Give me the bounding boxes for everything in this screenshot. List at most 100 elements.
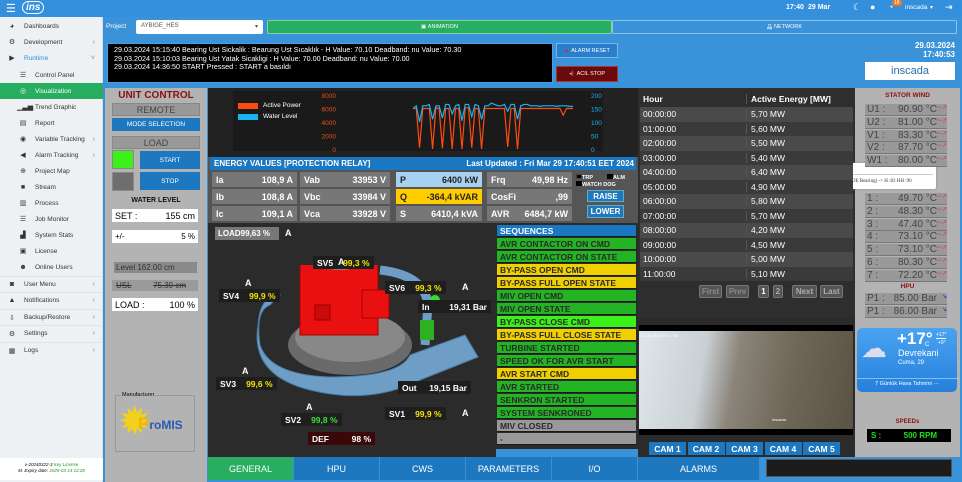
job-monitor-icon: ☰ — [19, 216, 27, 223]
sidebar-item-job-monitor[interactable]: ☰ Job Monitor — [0, 211, 103, 227]
start-button[interactable]: START — [140, 151, 200, 169]
sidebar-item-control-panel[interactable]: ☰ Control Panel — [0, 67, 103, 83]
dashboard-icon: ◕ — [9, 22, 15, 30]
stator-value: 80.00 °C — [897, 155, 937, 167]
stator-label: U1 : — [867, 104, 886, 115]
sidebar-item-settings[interactable]: ⚙ Settings ‹ — [0, 325, 103, 341]
raise-button[interactable]: RAISE — [587, 190, 624, 202]
acil-stop-button[interactable]: ◂) ACIL STOP — [556, 66, 618, 82]
table-row: 03:00:00 5,40 MW — [640, 150, 853, 165]
sparkline-icon: ⁓↗ — [935, 206, 947, 213]
sequences-title: SEQUENCES — [497, 225, 636, 237]
camera-feed[interactable]: 03-29-2024 Fri 17:40 inscada — [639, 325, 853, 435]
book-icon: ▦ — [8, 347, 16, 355]
sidebar-item-runtime[interactable]: ▶ Runtime ˅ — [0, 50, 103, 66]
inscada-logo-text: inscada — [891, 65, 929, 77]
sidebar-item-license[interactable]: ▣ License — [0, 243, 103, 259]
chat-icon[interactable]: ● — [870, 2, 875, 12]
bearing-value: 49.70 °C — [897, 193, 937, 204]
user-menu[interactable]: inscada — [905, 4, 927, 11]
tolerance-field[interactable]: +/- 5 % — [112, 230, 198, 243]
cam-5-button[interactable]: CAM 5 — [803, 442, 840, 455]
status-bar — [766, 459, 952, 477]
legend-label: Water Level — [263, 113, 298, 120]
camera-overlay-time: 03-29-2024 Fri 17:40 — [641, 333, 679, 338]
tab-general[interactable]: GENERAL — [208, 457, 294, 480]
chevron-down-icon[interactable]: ▾ — [930, 4, 933, 11]
weather-widget[interactable]: ☁ +17° C +17° +9° Devrekani Cuma, 29 7 G… — [857, 328, 957, 392]
alarm-line: 29.03.2024 14:36:50 START Pressed : STAR… — [114, 62, 291, 71]
bearing-row: 3 : 47.40 °C ⁓↗ — [865, 218, 947, 231]
first-page-button[interactable]: First — [699, 285, 722, 298]
lower-button[interactable]: LOWER — [587, 205, 624, 218]
animation-button[interactable]: ▣ ANIMATION — [267, 20, 612, 34]
sidebar-item-online-users[interactable]: ☻ Online Users — [0, 259, 103, 275]
bearing-label: 1 : — [867, 193, 879, 204]
alarm-reset-button[interactable]: ▲ ALARM RESET — [556, 43, 618, 58]
speed-value: 500 RPM — [903, 431, 937, 440]
next-page-button[interactable]: Next — [792, 285, 817, 298]
sidebar-item-logs[interactable]: ▦ Logs ‹ — [0, 342, 103, 358]
bearing-value: 73.10 °C — [897, 231, 937, 243]
tab-hpu[interactable]: HPU — [294, 457, 380, 480]
energy-cell-ic: Ic 109,1 A — [212, 206, 297, 221]
sidebar-item-user-menu[interactable]: ◙ User Menu ‹ — [0, 276, 103, 292]
cloud-rain-icon: ☁ — [861, 333, 887, 363]
sparkline-icon: ↘ — [941, 306, 947, 313]
cam-1-button[interactable]: CAM 1 — [649, 442, 686, 455]
logout-icon[interactable]: ⇥ — [945, 2, 953, 13]
sidebar-item-notifications[interactable]: ▲ Notifications ‹ — [0, 292, 103, 308]
unit-control-title: UNIT CONTROL — [118, 90, 194, 101]
top-date: 29 Mar — [808, 4, 831, 11]
sidebar-item-trend-graphic[interactable]: ▁▃▅ Trend Graphic — [0, 99, 103, 115]
sparkline-icon: ⁓↗ — [935, 245, 947, 252]
sparkline-icon: ⁓↗ — [935, 219, 947, 226]
page-1-button[interactable]: 1 — [758, 285, 769, 298]
sidebar-item-backup-restore[interactable]: ⇩ Backup/Restore ‹ — [0, 309, 103, 325]
energy-title: ENERGY VALUES [PROTECTION RELAY] — [214, 159, 371, 168]
tab-i-o[interactable]: I/O — [552, 457, 638, 480]
sidebar-item-process[interactable]: ▥ Process — [0, 195, 103, 211]
table-row: 01:00:00 5,60 MW — [640, 121, 853, 136]
sequence-item: SYSTEM SENKRONED — [497, 407, 636, 419]
stator-wind-title: STATOR WIND — [885, 92, 930, 99]
set-field[interactable]: SET : 155 cm — [112, 209, 198, 222]
clock-date: 29.03.2024 — [914, 41, 955, 50]
energy-label: Vca — [304, 208, 321, 219]
prev-page-button[interactable]: Prev — [726, 285, 749, 298]
sidebar-item-project-map[interactable]: ⊕ Project Map — [0, 163, 103, 179]
tab-parameters[interactable]: PARAMETERS — [466, 457, 552, 480]
sidebar-item-dashboards[interactable]: ◕ Dashboards — [0, 18, 103, 34]
tab-alarms[interactable]: ALARMS — [638, 457, 760, 480]
sidebar-item-report[interactable]: ▤ Report — [0, 115, 103, 131]
sidebar-item-variable-tracking[interactable]: ◉ Variable Tracking ‹ — [0, 131, 103, 147]
notification-badge: 18 — [892, 0, 902, 6]
sidebar-item-alarm-tracking[interactable]: ◀ Alarm Tracking ‹ — [0, 147, 103, 163]
left-axis-tick: 8000 — [322, 93, 337, 100]
camera-watermark: inscada — [772, 417, 786, 422]
network-label: NETWORK — [773, 24, 803, 30]
last-page-button[interactable]: Last — [820, 285, 843, 298]
cam-2-button[interactable]: CAM 2 — [687, 442, 725, 455]
network-button[interactable]: 品 NETWORK — [612, 20, 957, 34]
forecast-link[interactable]: 7 Günlük Hava Tahmini ··· — [857, 378, 957, 387]
cam-4-button[interactable]: CAM 4 — [764, 442, 802, 455]
cam-3-button[interactable]: CAM 3 — [726, 442, 763, 455]
stop-button[interactable]: STOP — [140, 172, 200, 190]
project-select[interactable]: AYBIGE_HES ▾ — [136, 20, 263, 34]
sidebar-item-visualization[interactable]: ◎ Visualization — [0, 83, 103, 99]
page-2-button[interactable]: 2 — [773, 285, 783, 298]
menu-icon[interactable]: ☰ — [6, 2, 16, 15]
set-label: SET : — [115, 210, 138, 221]
remote-indicator: REMOTE — [112, 103, 200, 116]
energy-cell-ib: Ib 108,8 A — [212, 189, 297, 204]
mode-selection-button[interactable]: MODE SELECTION — [112, 118, 200, 131]
tab-cws[interactable]: CWS — [380, 457, 466, 480]
sidebar-item-system-stats[interactable]: ▟ System Stats — [0, 227, 103, 243]
sequence-item: MIV CLOSED — [497, 420, 636, 432]
sidebar-item-stream[interactable]: ■ Stream — [0, 179, 103, 195]
moon-icon[interactable]: ☾ — [853, 2, 861, 13]
project-label: Project — [106, 23, 127, 30]
right-axis-tick: 100 — [591, 120, 602, 127]
sidebar-item-development[interactable]: ⚙ Development ‹ — [0, 34, 103, 50]
